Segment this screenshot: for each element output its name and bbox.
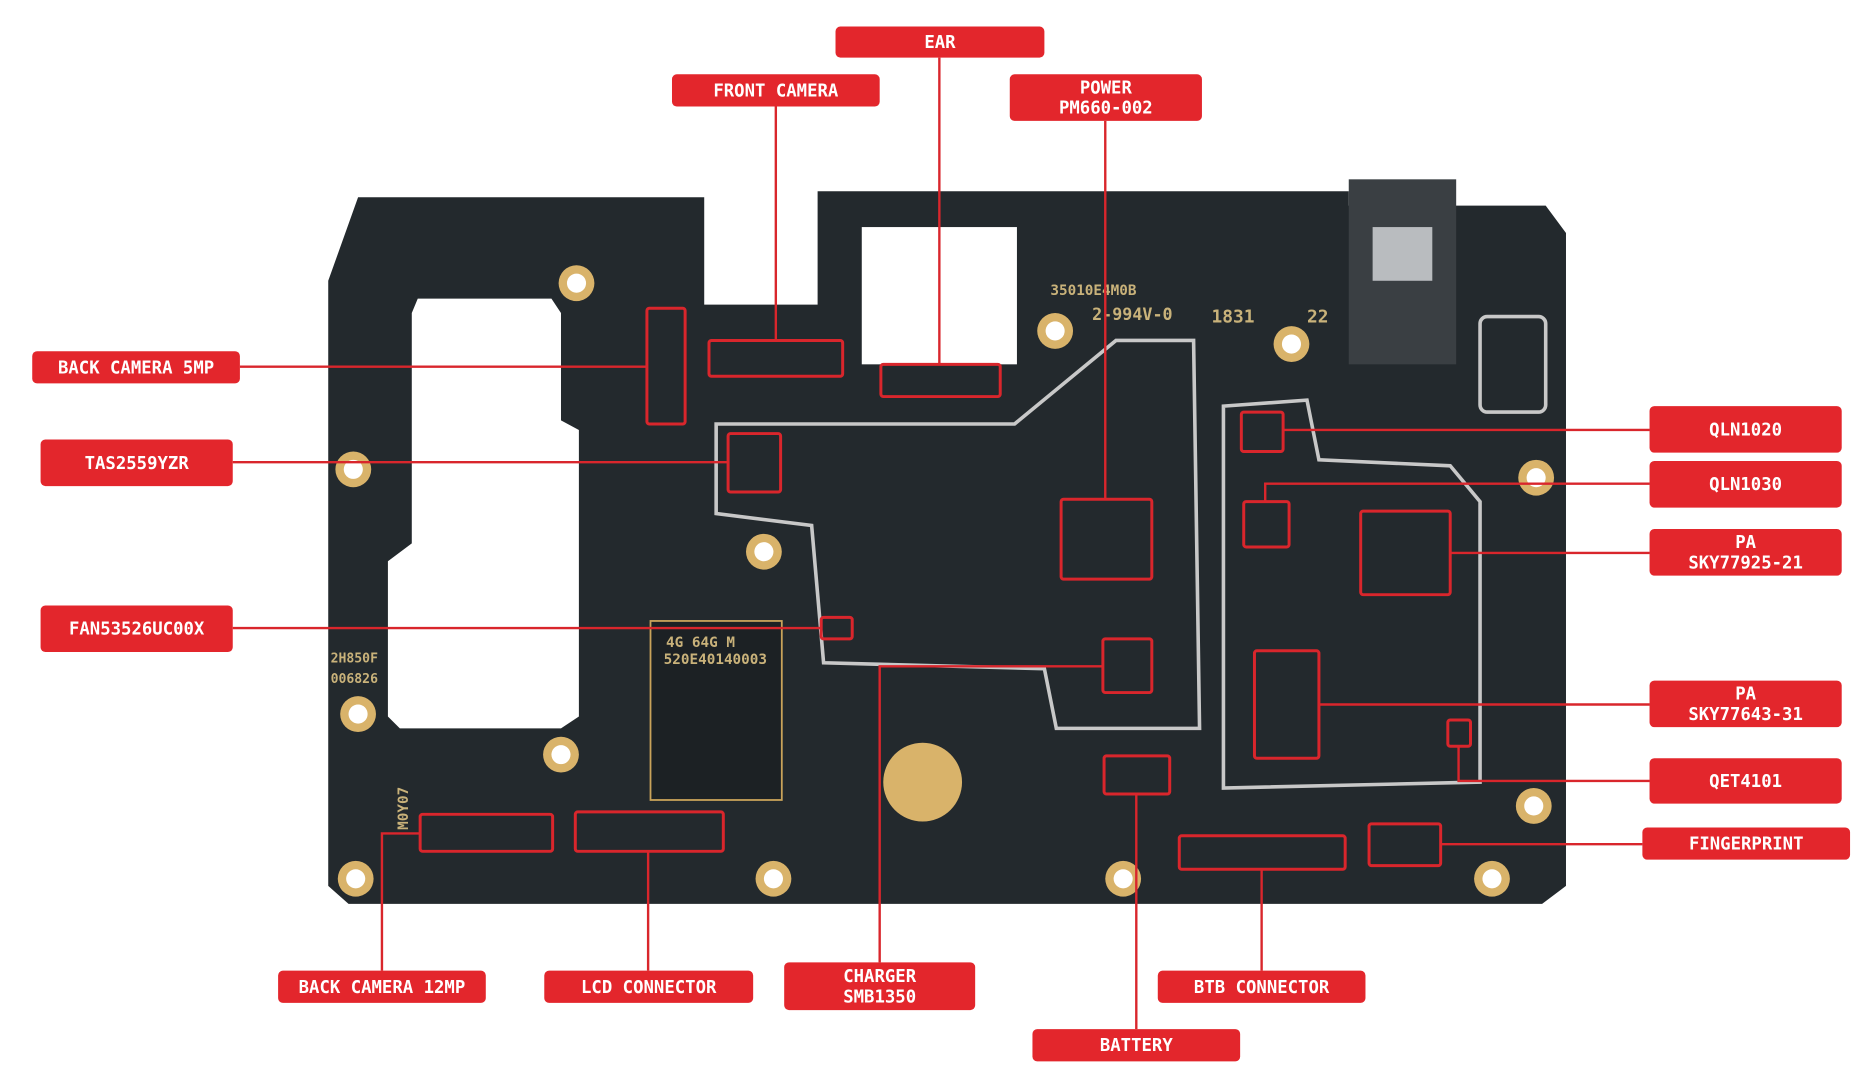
label-text: FAN53526UC00X <box>69 620 205 640</box>
label-text: PA <box>1735 533 1756 553</box>
label-text: SKY77643-31 <box>1688 705 1803 725</box>
label-text: QET4101 <box>1709 772 1782 792</box>
gold-pad <box>883 742 963 822</box>
label-text: CHARGER <box>843 967 916 987</box>
mounting-hole-center <box>346 869 366 889</box>
label-text: BATTERY <box>1100 1036 1173 1056</box>
serial-b-marking: 006826 <box>331 672 378 687</box>
label-text: FINGERPRINT <box>1689 835 1804 855</box>
label-text: QLN1030 <box>1709 475 1782 495</box>
label-text: EAR <box>924 33 956 53</box>
label-text: PM660-002 <box>1059 99 1153 119</box>
label-text: POWER <box>1080 78 1133 98</box>
mounting-hole-center <box>1281 334 1302 354</box>
pcb-board: 35010E4M0B 2-994V-0 1831 22 4G 64G M 520… <box>328 179 1566 904</box>
mounting-hole-center <box>1113 869 1133 889</box>
mounting-hole-center <box>1482 869 1502 889</box>
label-text: QLN1020 <box>1709 420 1782 440</box>
mounting-hole-center <box>1524 796 1544 816</box>
side-code-marking: M0Y07 <box>396 787 412 830</box>
label-text: SKY77925-21 <box>1688 553 1803 573</box>
camera-cutout <box>387 298 579 729</box>
label-text: BACK CAMERA 12MP <box>299 978 466 998</box>
mounting-hole-center <box>763 869 783 889</box>
label-text: BACK CAMERA 5MP <box>58 358 214 378</box>
serial-a-marking: 2H850F <box>331 652 378 667</box>
mounting-hole-center <box>566 273 587 293</box>
board-rev-marking: 22 <box>1307 307 1329 328</box>
mounting-hole-center <box>754 542 774 562</box>
label-text: FRONT CAMERA <box>713 81 839 101</box>
board-date-marking: 1831 <box>1211 307 1254 328</box>
mounting-hole-center <box>1045 321 1065 341</box>
board-model-marking: 35010E4M0B <box>1050 283 1137 299</box>
mounting-hole-center <box>551 745 571 765</box>
sim-contact <box>1372 227 1433 281</box>
label-text: PA <box>1735 685 1756 705</box>
label-text: SMB1350 <box>843 987 916 1007</box>
label-text: BTB CONNECTOR <box>1194 978 1330 998</box>
pcb-diagram: 35010E4M0B 2-994V-0 1831 22 4G 64G M 520… <box>32 26 1851 1062</box>
label-text: TAS2559YZR <box>85 454 190 474</box>
callout-fingerprint: FINGERPRINT <box>1367 822 1851 868</box>
memory-marking: 4G 64G M <box>666 635 735 651</box>
label-text: LCD CONNECTOR <box>581 978 717 998</box>
memory-code-marking: 520E40140003 <box>664 652 767 668</box>
mounting-hole-center <box>348 704 368 724</box>
